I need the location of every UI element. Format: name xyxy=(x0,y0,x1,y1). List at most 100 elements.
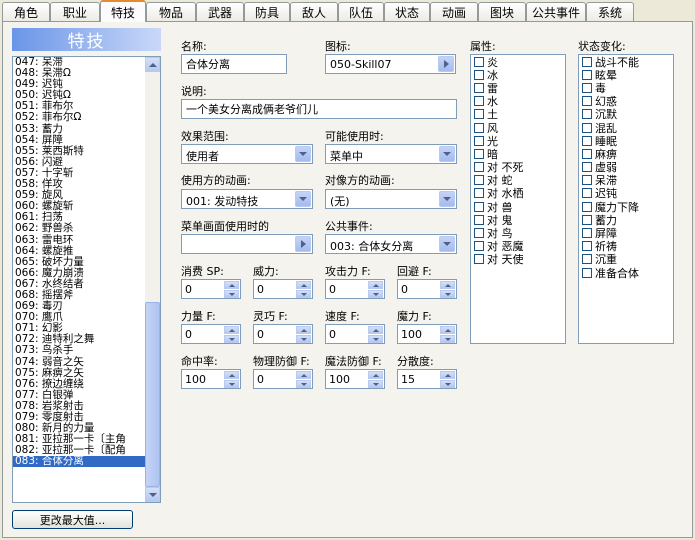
checkbox[interactable] xyxy=(582,82,592,93)
checkbox-item[interactable]: 对 鬼 xyxy=(471,213,565,227)
common-event-dropdown-button[interactable] xyxy=(439,236,455,252)
checkbox-item[interactable]: 水 xyxy=(471,95,565,108)
common-event-select[interactable]: 003: 合体女分离 xyxy=(325,234,457,254)
checkbox[interactable] xyxy=(582,228,592,239)
checkbox[interactable] xyxy=(474,109,484,120)
states-checklist[interactable]: 战斗不能 眩晕毒幻惑 沉默 混乱 睡眠 麻痹 虚弱 呆滞 迟钝 魔力下降 蓄力 屏障 祈祷 沉重 准备合体 xyxy=(578,54,674,344)
stat-value[interactable]: 0 xyxy=(257,328,264,341)
scroll-down-button[interactable] xyxy=(145,487,160,502)
spin-up-button[interactable] xyxy=(296,281,311,289)
spin-up-button[interactable] xyxy=(440,326,455,334)
scroll-up-button[interactable] xyxy=(145,57,160,72)
spin-down-button[interactable] xyxy=(296,335,311,343)
stat-spinner[interactable]: 0 xyxy=(325,324,385,344)
checkbox[interactable] xyxy=(582,254,592,265)
checkbox[interactable] xyxy=(474,135,484,146)
stat-spinner[interactable]: 0 xyxy=(181,279,241,299)
checkbox-item[interactable]: 对 水栖 xyxy=(471,187,565,200)
attributes-checklist[interactable]: 炎冰雷水土风光暗对 不死对 蛇对 水栖对 兽对 鬼对 鸟对 恶魔对 天使 xyxy=(470,54,566,344)
spin-down-button[interactable] xyxy=(368,380,383,388)
checkbox[interactable] xyxy=(474,122,484,133)
checkbox-item[interactable]: 虚弱 xyxy=(579,161,673,174)
checkbox[interactable] xyxy=(474,201,484,212)
tab-7[interactable]: 队伍 xyxy=(338,2,384,21)
checkbox-item[interactable]: 麻痹 xyxy=(579,147,673,161)
spin-down-button[interactable] xyxy=(440,290,455,298)
checkbox[interactable] xyxy=(582,162,592,173)
checkbox-item[interactable]: 睡眠 xyxy=(579,134,673,148)
spin-up-button[interactable] xyxy=(224,371,239,379)
tab-8[interactable]: 状态 xyxy=(384,2,430,21)
list-item[interactable]: 074: 弱音之矢 xyxy=(13,356,160,368)
tab-0[interactable]: 角色 xyxy=(2,2,50,21)
checkbox[interactable] xyxy=(474,175,484,186)
checkbox[interactable] xyxy=(474,188,484,199)
checkbox[interactable] xyxy=(474,56,484,67)
stat-spinner[interactable]: 0 xyxy=(253,369,313,389)
spin-down-button[interactable] xyxy=(224,290,239,298)
name-input[interactable]: 合体分离 xyxy=(181,54,287,74)
checkbox-item[interactable]: 魔力下降 xyxy=(579,200,673,214)
tab-11[interactable]: 公共事件 xyxy=(526,2,586,21)
stat-value[interactable]: 15 xyxy=(401,373,415,386)
checkbox-item[interactable]: 蓄力 xyxy=(579,213,673,227)
checkbox[interactable] xyxy=(582,69,592,80)
target-animation-select[interactable]: (无) xyxy=(325,189,457,209)
spin-up-button[interactable] xyxy=(440,371,455,379)
description-input[interactable]: 一个美女分离成俩老爷们儿 xyxy=(181,99,457,119)
checkbox[interactable] xyxy=(582,267,592,278)
spin-down-button[interactable] xyxy=(440,380,455,388)
user-animation-select[interactable]: 001: 发动特技 xyxy=(181,189,313,209)
checkbox[interactable] xyxy=(474,82,484,93)
checkbox[interactable] xyxy=(582,96,592,107)
list-item[interactable]: 063: 雷电环 xyxy=(13,234,160,246)
scroll-thumb[interactable] xyxy=(145,302,160,487)
stat-spinner[interactable]: 100 xyxy=(181,369,241,389)
checkbox-item[interactable]: 对 不死 xyxy=(471,161,565,174)
tab-5[interactable]: 防具 xyxy=(244,2,290,21)
checkbox[interactable] xyxy=(582,175,592,186)
spin-down-button[interactable] xyxy=(296,380,311,388)
checkbox-item[interactable]: 眩晕 xyxy=(579,68,673,82)
checkbox-item[interactable]: 祈祷 xyxy=(579,240,673,253)
stat-spinner[interactable]: 0 xyxy=(181,324,241,344)
spin-up-button[interactable] xyxy=(440,281,455,289)
stat-value[interactable]: 0 xyxy=(257,373,264,386)
checkbox-item[interactable]: 沉默 xyxy=(579,108,673,121)
stat-value[interactable]: 100 xyxy=(185,373,206,386)
tab-2[interactable]: 特技 xyxy=(100,0,146,22)
stat-value[interactable]: 0 xyxy=(329,328,336,341)
checkbox[interactable] xyxy=(474,148,484,159)
spin-up-button[interactable] xyxy=(296,326,311,334)
list-item[interactable]: 062: 野兽杀 xyxy=(13,223,160,234)
checkbox[interactable] xyxy=(474,162,484,173)
stat-value[interactable]: 0 xyxy=(185,283,192,296)
list-item[interactable]: 053: 蓄力 xyxy=(13,123,160,135)
tab-6[interactable]: 敌人 xyxy=(290,2,338,21)
checkbox[interactable] xyxy=(582,109,592,120)
menu-se-browse-button[interactable] xyxy=(295,236,311,252)
stat-value[interactable]: 100 xyxy=(401,328,422,341)
stat-value[interactable]: 0 xyxy=(185,328,192,341)
checkbox[interactable] xyxy=(474,241,484,252)
checkbox-item[interactable]: 对 兽 xyxy=(471,200,565,214)
menu-se-selector[interactable] xyxy=(181,234,313,254)
icon-selector[interactable]: 050-Skill07 xyxy=(325,54,456,74)
tab-3[interactable]: 物品 xyxy=(146,2,196,21)
spin-up-button[interactable] xyxy=(224,281,239,289)
checkbox[interactable] xyxy=(582,214,592,225)
checkbox-item[interactable]: 光 xyxy=(471,134,565,148)
spin-down-button[interactable] xyxy=(224,335,239,343)
checkbox[interactable] xyxy=(474,228,484,239)
target-animation-dropdown-button[interactable] xyxy=(439,191,455,207)
spin-up-button[interactable] xyxy=(368,371,383,379)
tab-1[interactable]: 职业 xyxy=(50,2,100,21)
list-item[interactable]: 073: 鸟杀手 xyxy=(13,345,160,356)
checkbox[interactable] xyxy=(474,214,484,225)
checkbox[interactable] xyxy=(582,135,592,146)
list-item[interactable]: 083: 合体分离 xyxy=(13,456,160,468)
stat-spinner[interactable]: 100 xyxy=(325,369,385,389)
checkbox-item[interactable]: 炎 xyxy=(471,55,565,69)
checkbox[interactable] xyxy=(582,241,592,252)
tab-9[interactable]: 动画 xyxy=(430,2,478,21)
